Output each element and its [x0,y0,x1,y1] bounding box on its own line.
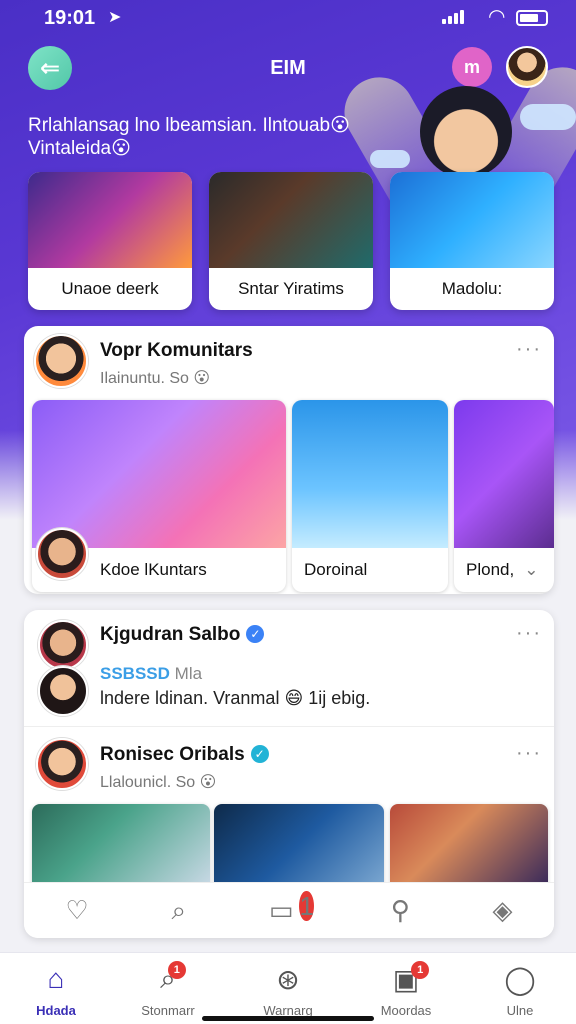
wifi-icon: ◠ [488,6,506,28]
share-icon[interactable]: ⚲ [391,895,410,926]
featured-card-3[interactable]: Madolu: [390,172,554,310]
commenter-avatar[interactable] [38,666,88,716]
compass-icon: ⊛ [276,964,300,995]
back-arrow-icon: ⇐ [39,54,61,82]
tab-create[interactable]: ⊛ Warnarg [238,963,338,1018]
cloud-decoration [520,104,576,130]
back-button[interactable]: ⇐ [28,46,72,90]
featured-label: Madolu: [441,279,503,298]
hero-text-line-1: Rrlahlansag lno lbeamsian. Ilntouab😮 [28,115,350,136]
comment-icon[interactable]: ▭ 1 [269,891,314,926]
tab-badge: 1 [167,961,186,979]
thumb-image [32,400,286,548]
community-name[interactable]: Vopr Komunitars [100,340,253,362]
comment-badge: 1 [299,891,314,921]
more-options-icon[interactable]: ··· [516,622,542,645]
post-image-3[interactable] [390,804,548,884]
profile-avatar[interactable] [506,46,548,88]
search-icon: ⌕ 1 [160,961,186,997]
more-options-icon[interactable]: ··· [516,742,542,765]
community-card: Vopr Komunitars Ilainuntu. So 😮 ··· Kdoe… [24,326,554,594]
signal-icon [442,10,464,24]
user-icon: ◯ [504,964,536,995]
status-time: 19:01 [44,7,96,29]
tab-search[interactable]: ⌕ 1 Stonmarr [118,961,218,1018]
thumb-caption: Doroinal [304,560,368,579]
post-image-2[interactable] [214,804,384,884]
thumb-image [292,400,448,548]
featured-image [209,172,373,268]
emoji-icon: 😮 [330,115,350,136]
tab-home[interactable]: ⌂ Hdada [6,963,106,1018]
post-card: Kjgudran Salbo ✓ ··· SSBSSD Mla lndere ld… [24,610,554,938]
post-meta: SSBSSD Mla [100,664,203,683]
hero-text-line-2: Vintaleida😮 [28,138,131,159]
message-icon: ▣ 1 [393,961,430,997]
featured-label: Unaoe deerk [61,279,159,298]
verified-badge-icon: ✓ [250,745,269,763]
post-avatar[interactable] [38,620,88,670]
community-thumb-3[interactable]: Plond, ⌄ [454,400,554,592]
post-author[interactable]: Kjgudran Salbo ✓ [100,624,265,646]
home-indicator [202,1016,374,1021]
divider [24,726,554,727]
more-options-icon[interactable]: ··· [516,338,542,361]
verified-badge-icon: ✓ [246,625,265,643]
chevron-down-icon: ⌄ [524,560,539,579]
location-arrow-icon: ➤ [108,9,122,26]
post-author[interactable]: Ronisec Oribals ✓ [100,744,269,766]
emoji-icon: 😮 [199,774,217,791]
hero-character-illustration [420,86,512,178]
bottom-tab-bar: ⌂ Hdada ⌕ 1 Stonmarr ⊛ Warnarg ▣ 1 Moordas… [0,952,576,1024]
battery-icon [516,10,548,26]
post-image-1[interactable] [32,804,210,884]
post-text: lndere ldinan. Vranmal 😄 1ij ebig. [100,688,371,708]
search-icon[interactable]: ⌕ [172,895,187,927]
app-icon-button[interactable]: m [452,47,492,87]
community-thumb-1[interactable]: Kdoe lKuntars [32,400,286,592]
tab-profile[interactable]: ◯ Ulne [470,963,570,1018]
post-actions: ♡ ⌕ ▭ 1 ⚲ ◈ [24,882,554,938]
featured-label: Sntar Yiratims [238,279,344,298]
thumb-image [454,400,554,548]
emoji-icon: 😮 [111,138,131,159]
home-icon: ⌂ [47,963,65,994]
thumb-caption: Plond, ⌄ [466,560,539,579]
thumb-caption: Kdoe lKuntars [100,560,207,579]
post-meta: Llalounicl. So 😮 [100,774,217,791]
community-avatar[interactable] [34,334,88,388]
emoji-icon: 😮 [193,370,211,387]
community-meta: Ilainuntu. So 😮 [100,370,211,387]
featured-image [28,172,192,268]
community-thumb-2[interactable]: Doroinal [292,400,448,592]
page-title: EIM [270,57,306,79]
status-bar: 19:01 ➤ ◠ [0,0,576,36]
post-avatar[interactable] [36,738,88,790]
featured-card-2[interactable]: Sntar Yiratims [209,172,373,310]
cloud-decoration [370,150,410,168]
featured-image [390,172,554,268]
emoji-icon: 😄 [284,688,304,708]
heart-icon[interactable]: ♡ [65,895,88,926]
check-icon[interactable]: ◈ [493,895,513,926]
featured-card-1[interactable]: Unaoe deerk [28,172,192,310]
tab-badge: 1 [411,961,430,979]
tab-messages[interactable]: ▣ 1 Moordas [356,961,456,1018]
